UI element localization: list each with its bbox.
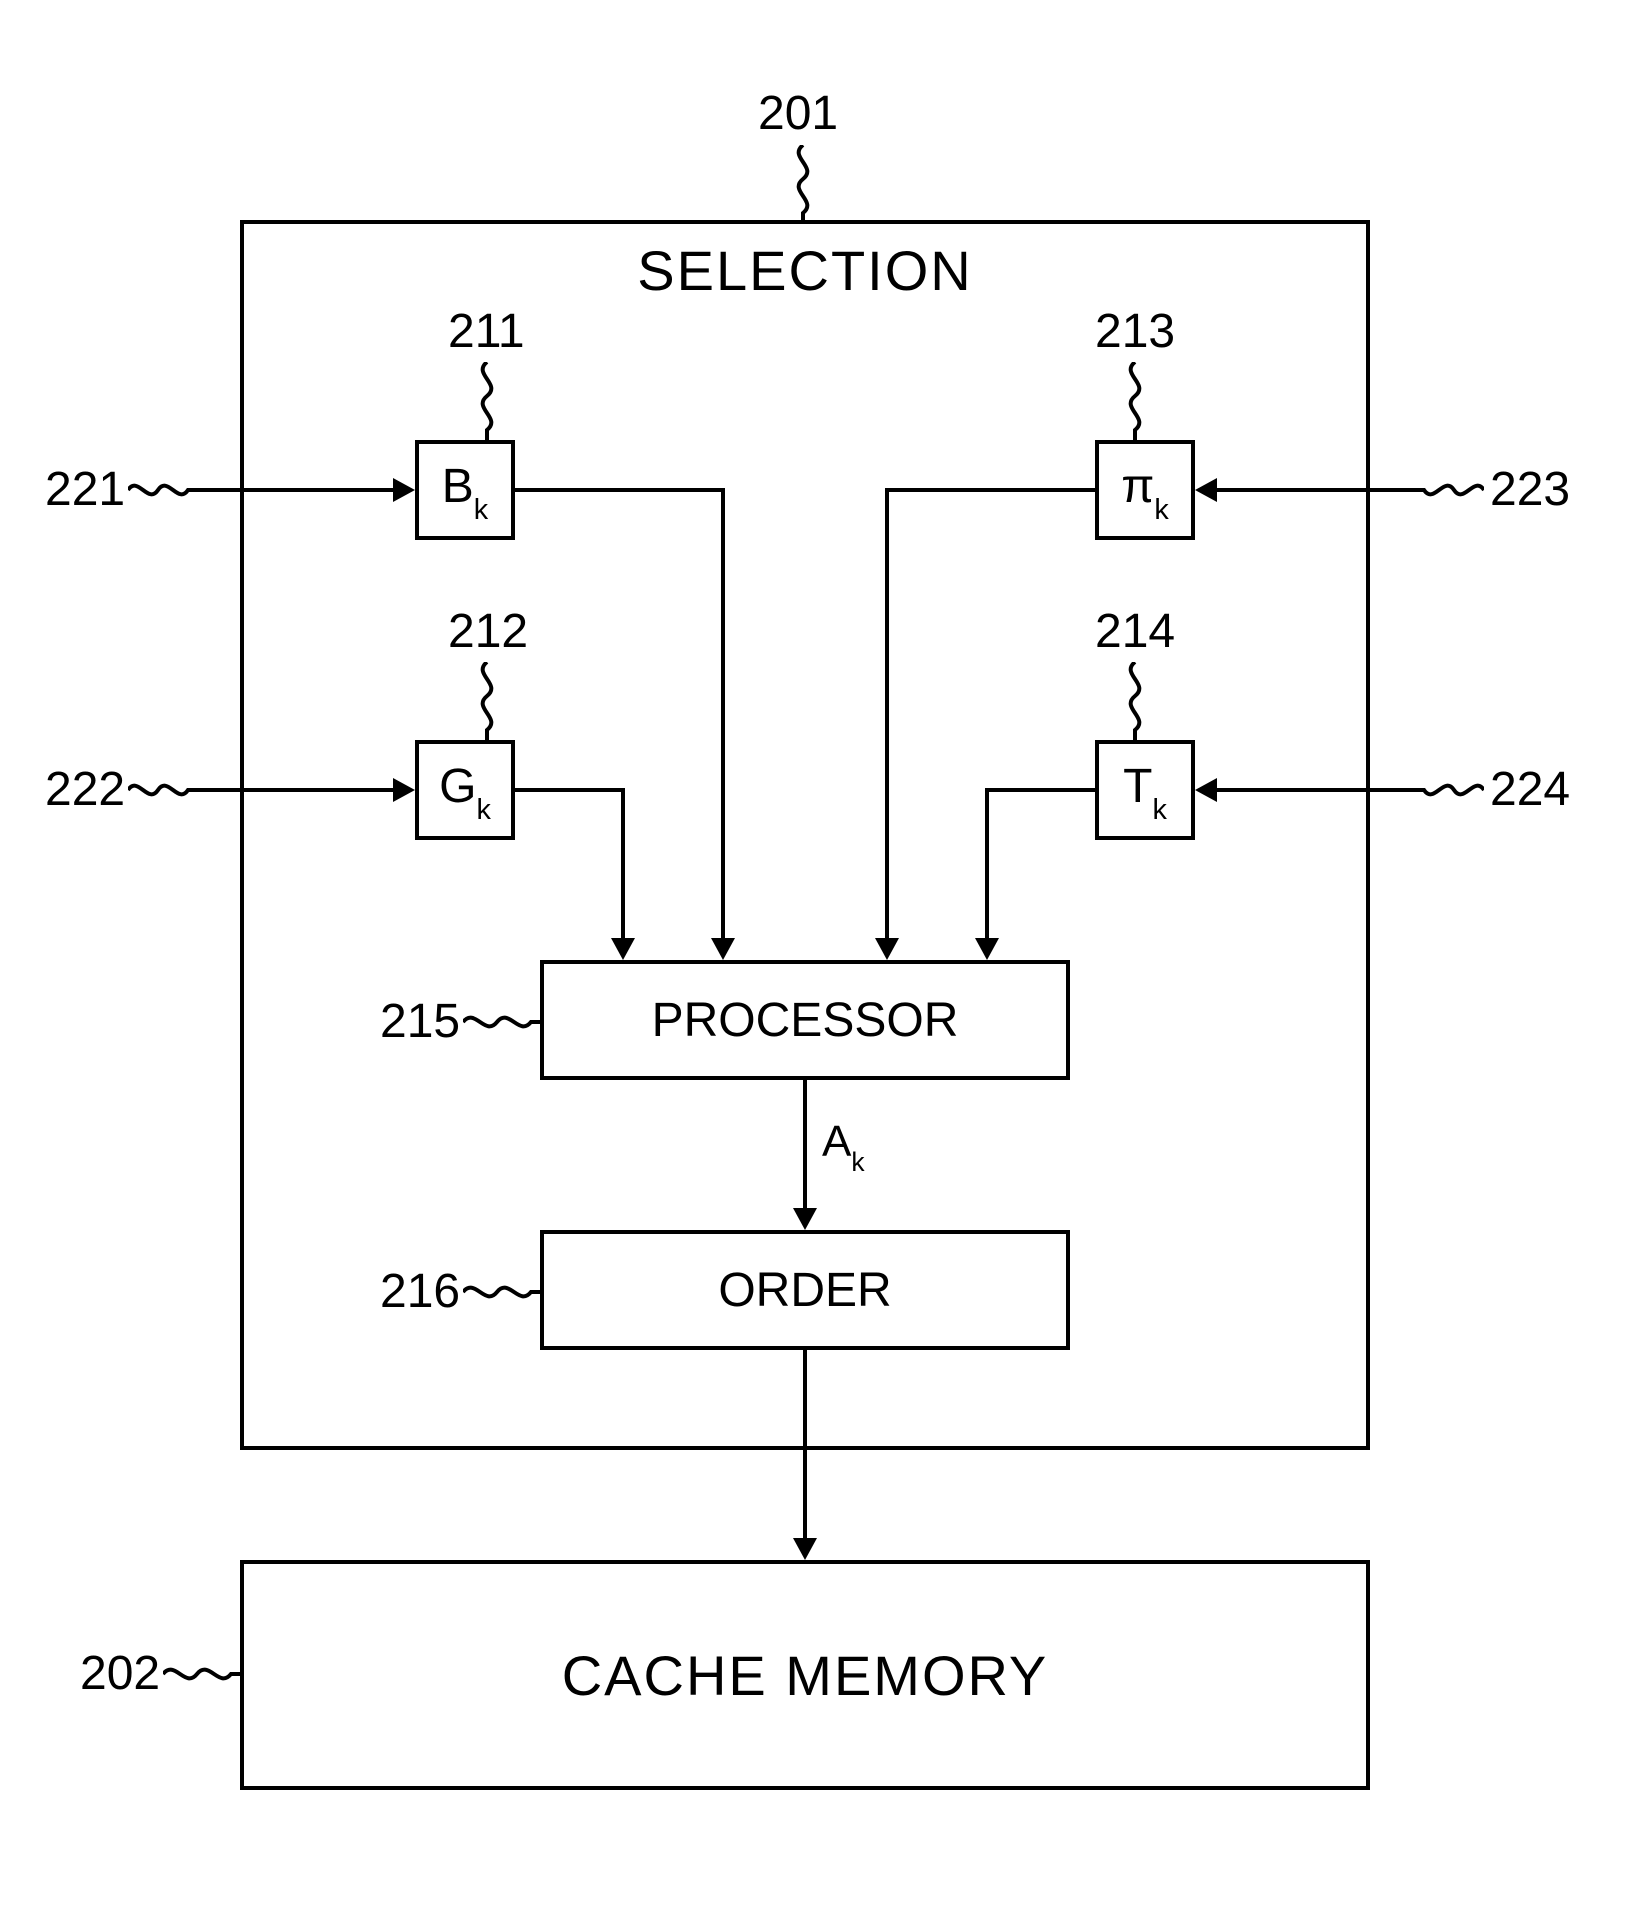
conn-tk-h [985,788,1095,792]
leader-202 [163,1659,241,1689]
conn-bk-h [515,488,725,492]
cache-memory-box: CACHE MEMORY [240,1560,1370,1790]
leader-216 [463,1277,541,1307]
leader-223 [1422,475,1484,505]
arrowhead-proc-order [793,1208,817,1230]
ref-201: 201 [758,90,838,138]
leader-222 [128,775,190,805]
leader-215 [463,1007,541,1037]
arrow-224-tk [1217,788,1422,792]
ref-213: 213 [1095,308,1175,356]
leader-201 [788,145,818,223]
ref-212: 212 [448,608,528,656]
block-bk-label: Bk [442,459,488,521]
cache-memory-label: CACHE MEMORY [562,1643,1049,1708]
block-tk-label: Tk [1123,759,1167,821]
arrowhead-223-pik [1195,478,1217,502]
block-bk: Bk [415,440,515,540]
selection-title: SELECTION [637,238,972,303]
ref-211: 211 [448,308,525,356]
block-pik: πk [1095,440,1195,540]
arrowhead-order-cache [793,1538,817,1560]
arrow-222-gk [190,788,393,792]
ref-216: 216 [380,1268,460,1316]
conn-bk-v [721,488,725,938]
arrowhead-pik-proc [875,938,899,960]
ref-222: 222 [45,766,125,814]
processor-box: PROCESSOR [540,960,1070,1080]
conn-pik-v [885,488,889,938]
order-label: ORDER [718,1263,891,1318]
arrow-223-pik [1217,488,1422,492]
leader-221 [128,475,190,505]
conn-order-cache [803,1350,807,1538]
signal-ak: Ak [822,1120,865,1170]
arrowhead-222-gk [393,778,415,802]
order-box: ORDER [540,1230,1070,1350]
arrowhead-tk-proc [975,938,999,960]
block-tk: Tk [1095,740,1195,840]
arrowhead-gk-proc [611,938,635,960]
leader-211 [472,362,502,440]
arrowhead-224-tk [1195,778,1217,802]
ref-224: 224 [1490,766,1570,814]
leader-224 [1422,775,1484,805]
leader-212 [472,662,502,740]
conn-pik-h [885,488,1095,492]
arrow-221-bk [190,488,393,492]
arrowhead-221-bk [393,478,415,502]
conn-tk-v [985,788,989,938]
leader-213 [1120,362,1150,440]
ref-223: 223 [1490,466,1570,514]
conn-gk-v [621,788,625,938]
leader-214 [1120,662,1150,740]
ref-215: 215 [380,998,460,1046]
ref-221: 221 [45,466,125,514]
ref-202: 202 [80,1650,160,1698]
processor-label: PROCESSOR [652,993,959,1048]
block-gk: Gk [415,740,515,840]
arrowhead-bk-proc [711,938,735,960]
diagram-canvas: SELECTION 201 Bk 211 Gk 212 πk 213 Tk 21… [0,0,1644,1910]
conn-proc-order [803,1080,807,1208]
block-pik-label: πk [1121,459,1169,521]
conn-gk-h [515,788,625,792]
ref-214: 214 [1095,608,1175,656]
block-gk-label: Gk [439,759,491,821]
